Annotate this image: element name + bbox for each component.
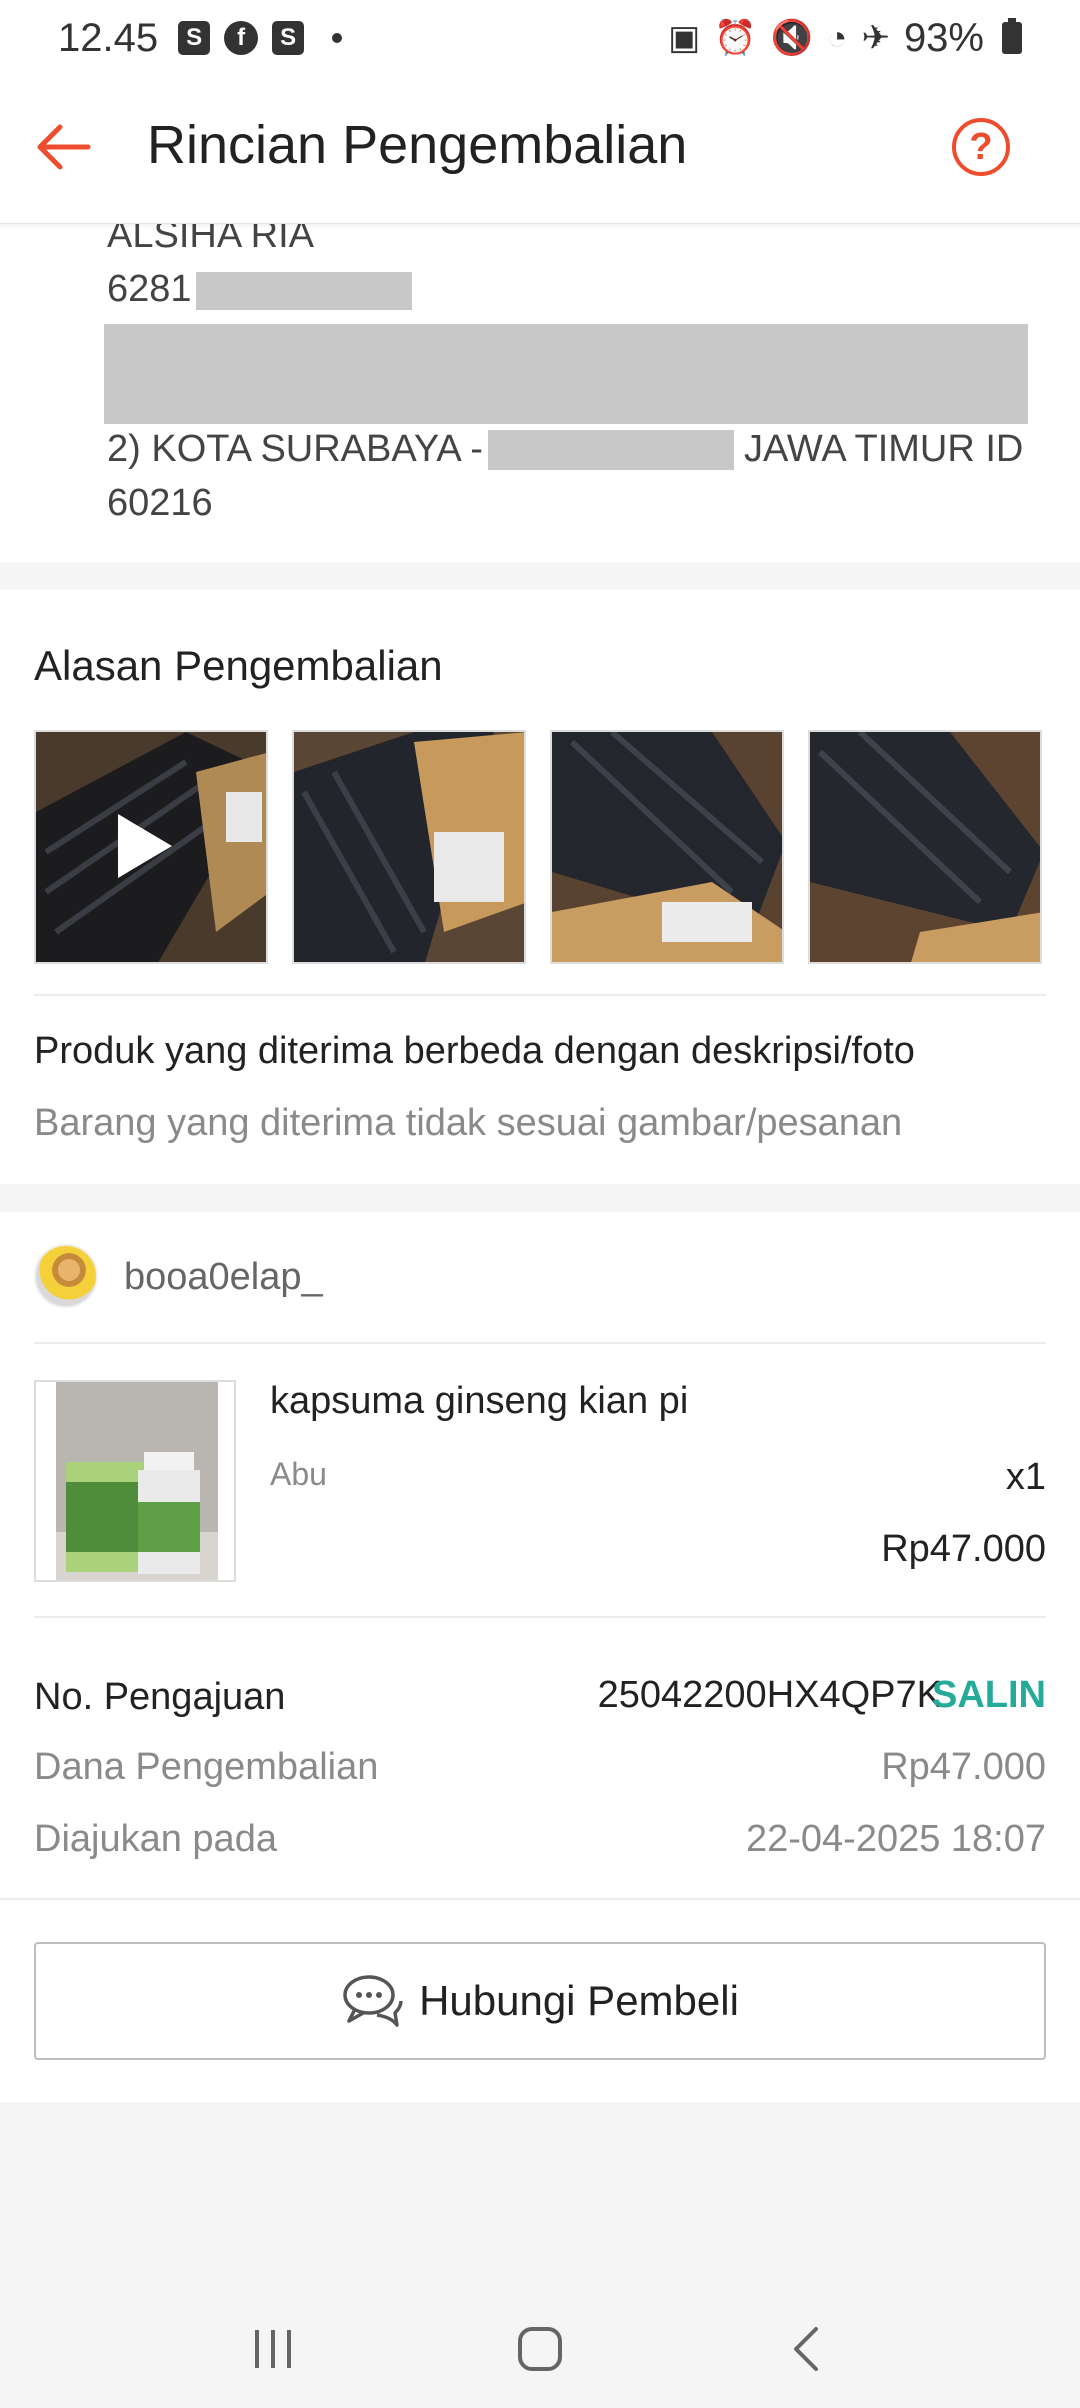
address-city-suffix: JAWA TIMUR ID	[744, 428, 1024, 470]
divider	[0, 1898, 1080, 1900]
page-title: Rincian Pengembalian	[147, 115, 688, 175]
buyer-username[interactable]: booa0elap_	[124, 1256, 323, 1299]
product-quantity: x1	[1005, 1456, 1046, 1498]
divider	[34, 1616, 1046, 1618]
airplane-icon: ✈	[861, 19, 890, 57]
address-city-prefix: 2) KOTA SURABAYA -	[107, 428, 483, 470]
redacted-street	[104, 324, 1028, 424]
recipient-phone: 6281	[107, 268, 192, 310]
redacted-district	[488, 430, 734, 470]
contact-buyer-label: Hubungi Pembeli	[419, 1977, 739, 2024]
nfc-icon: ▣	[668, 19, 701, 57]
recents-icon[interactable]	[233, 2309, 313, 2389]
recipient-name: ALSIHA RIA	[107, 224, 314, 256]
avatar[interactable]	[34, 1244, 98, 1308]
reason-detail: Barang yang diterima tidak sesuai gambar…	[34, 1102, 903, 1144]
alarm-icon: ⏰	[714, 19, 757, 57]
evidence-video-thumbnail[interactable]	[34, 730, 268, 964]
product-name[interactable]: kapsuma ginseng kian pi	[270, 1380, 688, 1423]
battery-percent: 93%	[903, 15, 984, 60]
question-circle-icon[interactable]: ?	[952, 118, 1010, 176]
order-section: booa0elap_ kapsuma ginseng kian pi Abu x…	[0, 1212, 1080, 2102]
mute-icon: 🔇	[770, 19, 813, 57]
shopee-icon: S	[178, 21, 211, 55]
facebook-icon: f	[224, 21, 259, 55]
shopee-icon: S	[272, 21, 305, 55]
back-icon[interactable]	[767, 2309, 847, 2389]
chat-bubble-icon	[341, 1971, 405, 2032]
submitted-date-label: Diajukan pada	[34, 1818, 277, 1860]
play-icon	[118, 814, 172, 878]
redacted-phone	[196, 272, 412, 310]
wifi-icon: ◔	[826, 18, 848, 57]
product-variant: Abu	[270, 1456, 327, 1492]
notification-dot-icon	[332, 33, 343, 43]
app-header: Rincian Pengembalian ?	[0, 76, 1080, 224]
submission-number-label: No. Pengajuan	[34, 1676, 286, 1718]
reason-section: Alasan Pengembalian Produk yang diterima…	[0, 590, 1080, 1184]
divider	[34, 1342, 1046, 1344]
home-icon[interactable]	[500, 2309, 580, 2389]
product-price: Rp47.000	[881, 1528, 1046, 1570]
address-section: ALSIHA RIA 6281 2) KOTA SURABAYA - JAWA …	[0, 224, 1080, 562]
status-time: 12.45	[58, 15, 159, 60]
refund-amount-value: Rp47.000	[881, 1746, 1046, 1788]
copy-button[interactable]: SALIN	[932, 1674, 1046, 1717]
postal-code: 60216	[107, 482, 213, 524]
submission-number-value: 25042200HX4QP7K	[597, 1674, 942, 1716]
divider	[34, 994, 1046, 996]
evidence-photo-thumbnail[interactable]	[550, 730, 784, 964]
help-glyph: ?	[969, 125, 993, 168]
evidence-photo-thumbnail[interactable]	[292, 730, 526, 964]
reason-title: Alasan Pengembalian	[34, 642, 443, 689]
submitted-date-value: 22-04-2025 18:07	[745, 1818, 1046, 1860]
reason-main: Produk yang diterima berbeda dengan desk…	[34, 1030, 915, 1072]
refund-amount-label: Dana Pengembalian	[34, 1746, 379, 1788]
product-image[interactable]	[34, 1380, 236, 1582]
arrow-left-icon[interactable]	[30, 112, 100, 182]
status-bar: 12.45 S f S ▣ ⏰ 🔇 ◔ ✈ 93%	[0, 0, 1080, 76]
contact-buyer-button[interactable]: Hubungi Pembeli	[34, 1942, 1046, 2060]
evidence-photo-thumbnail[interactable]	[808, 730, 1042, 964]
battery-icon	[1002, 18, 1022, 54]
system-nav-bar	[0, 2290, 1080, 2408]
